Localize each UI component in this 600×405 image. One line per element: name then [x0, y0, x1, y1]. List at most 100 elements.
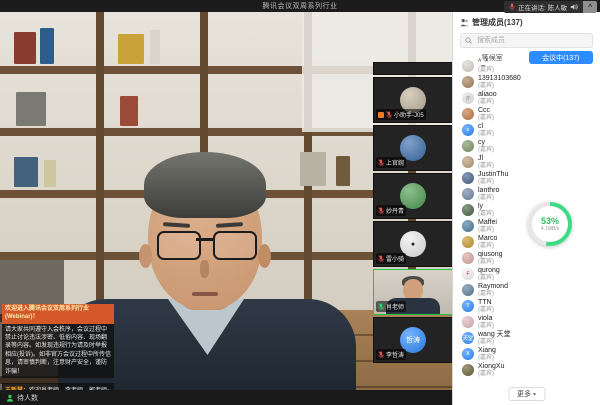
- member-row[interactable]: Marco (嘉宾): [453, 234, 600, 250]
- member-row[interactable]: Jl (嘉宾): [453, 154, 600, 170]
- member-row[interactable]: F qurong (嘉宾): [453, 266, 600, 282]
- member-avatar: [462, 172, 474, 184]
- progress-speed: 4.1MB/s: [541, 227, 559, 232]
- member-avatar-text: T: [466, 303, 469, 309]
- bookshelf-decor: [16, 92, 46, 126]
- member-name: Raymond: [478, 283, 508, 290]
- bottom-status-bar: 待人数: [0, 390, 452, 405]
- members-icon: [460, 18, 469, 27]
- member-row[interactable]: qiusong (嘉宾): [453, 250, 600, 266]
- pill-collapse-area[interactable]: ^: [583, 1, 597, 13]
- bookshelf-decor: [44, 160, 56, 187]
- member-name: TTN: [478, 299, 494, 306]
- member-avatar-text: c: [467, 127, 470, 133]
- chevron-down-icon: ▾: [533, 391, 536, 398]
- member-search-box[interactable]: [460, 33, 593, 48]
- member-role: (嘉宾): [478, 355, 496, 361]
- member-avatar: [462, 156, 474, 168]
- member-avatar: [462, 236, 474, 248]
- member-name: 13913103680: [478, 75, 521, 82]
- member-avatar: [462, 252, 474, 264]
- member-row[interactable]: 13913103680 (嘉宾): [453, 74, 600, 90]
- attendee-count-label: 待人数: [17, 393, 38, 403]
- member-panel-title: 管理成员(137): [472, 17, 523, 28]
- volume-icon: [570, 3, 578, 11]
- bookshelf-decor: [120, 96, 138, 126]
- bookshelf-decor: [300, 152, 326, 186]
- member-name: ^_^: [478, 59, 494, 66]
- member-row[interactable]: Maffei (嘉宾): [453, 218, 600, 234]
- video-thumbnail[interactable]: 上官婉: [373, 125, 453, 171]
- member-avatar: [462, 60, 474, 72]
- member-row[interactable]: XiongXu (嘉宾): [453, 362, 600, 378]
- member-avatar: 天堂: [462, 332, 474, 344]
- now-speaking-main: 正在讲话: 陈人敏: [504, 1, 583, 13]
- meeting-notice-body: 请大家共同遵守入会秩序，会议过程中禁止讨论违法涉密、低俗内容、现场翻录等内容。如…: [2, 324, 114, 378]
- member-avatar: [462, 108, 474, 120]
- member-row[interactable]: X Xiang (嘉宾): [453, 346, 600, 362]
- member-role: (嘉宾): [478, 99, 497, 105]
- video-thumbnail[interactable]: 哲涛 李哲涛: [373, 317, 453, 363]
- member-meta: cy (嘉宾): [478, 139, 494, 153]
- member-row[interactable]: cy (嘉宾): [453, 138, 600, 154]
- speaker-hair: [144, 152, 266, 218]
- thumbnail-name: 小助手-J05: [394, 110, 424, 119]
- more-button[interactable]: 更多 ▾: [508, 387, 545, 401]
- member-role: (嘉宾): [478, 115, 494, 121]
- video-thumbnail[interactable]: ● 雷小骑: [373, 221, 453, 267]
- video-thumbnail[interactable]: 小助手-J05: [373, 77, 453, 123]
- member-name: Marco: [478, 235, 497, 242]
- meeting-window: 腾讯会议双周系列行业 欢迎进入腾讯会议双周系列行业(Webina: [0, 0, 600, 405]
- member-avatar: 亦: [462, 92, 474, 104]
- muted-mic-icon: [386, 111, 392, 119]
- member-avatar: F: [462, 268, 474, 280]
- member-row[interactable]: Raymond (嘉宾): [453, 282, 600, 298]
- member-row[interactable]: 天堂 wang 天堂 (嘉宾): [453, 330, 600, 346]
- member-meta: aliaoo (嘉宾): [478, 91, 497, 105]
- member-name: qurong: [478, 267, 500, 274]
- member-role: (嘉宾): [478, 259, 503, 265]
- member-row[interactable]: c cl (嘉宾): [453, 122, 600, 138]
- member-role: (嘉宾): [478, 179, 508, 185]
- chat-message: 王新慧：欢迎肖老师、李老师、郭老师~: [2, 383, 114, 390]
- member-row[interactable]: lanthro (嘉宾): [453, 186, 600, 202]
- thumbnail-name-label: 妙丹青: [376, 205, 406, 216]
- member-row[interactable]: 亦 aliaoo (嘉宾): [453, 90, 600, 106]
- chevron-up-icon: ^: [588, 4, 592, 11]
- member-row[interactable]: JustinThu (嘉宾): [453, 170, 600, 186]
- meeting-notice-title: 欢迎进入腾讯会议双周系列行业(Webinar)！: [2, 304, 114, 324]
- member-name: wang 天堂: [478, 331, 511, 338]
- member-meta: ^_^ (嘉宾): [478, 59, 494, 73]
- member-meta: qiusong (嘉宾): [478, 251, 503, 265]
- muted-mic-icon: [378, 159, 384, 167]
- member-meta: 13913103680 (嘉宾): [478, 75, 521, 89]
- member-row[interactable]: T TTN (嘉宾): [453, 298, 600, 314]
- video-thumbnail[interactable]: [373, 62, 453, 75]
- member-name: Ccc: [478, 107, 494, 114]
- member-meta: Xiang (嘉宾): [478, 347, 496, 361]
- member-role: (嘉宾): [478, 163, 494, 169]
- member-row[interactable]: ^_^ (嘉宾): [453, 58, 600, 74]
- member-name: Jl: [478, 155, 494, 162]
- search-input[interactable]: [475, 36, 588, 45]
- member-avatar: [462, 284, 474, 296]
- now-speaking-label: 正在讲话: 陈人敏: [518, 2, 567, 12]
- member-row[interactable]: viola (嘉宾): [453, 314, 600, 330]
- chat-overlay: 欢迎进入腾讯会议双周系列行业(Webinar)！ 请大家共同遵守入会秩序，会议过…: [2, 304, 114, 390]
- member-avatar: [462, 188, 474, 200]
- member-row[interactable]: ly (嘉宾): [453, 202, 600, 218]
- attendee-count-icon: [6, 394, 14, 402]
- member-avatar-text: 天堂: [462, 334, 473, 342]
- member-name: XiongXu: [478, 363, 504, 370]
- bookshelf-decor: [118, 34, 144, 64]
- member-meta: Ccc (嘉宾): [478, 107, 494, 121]
- member-role: (嘉宾): [478, 67, 494, 73]
- video-thumbnail[interactable]: 肖老师: [373, 269, 453, 315]
- member-meta: Marco (嘉宾): [478, 235, 497, 249]
- member-avatar-text: X: [466, 351, 470, 357]
- video-thumbnail[interactable]: 妙丹青: [373, 173, 453, 219]
- thumbnail-avatar-text: ●: [411, 241, 415, 248]
- bookshelf-decor: [14, 157, 38, 187]
- member-row[interactable]: Ccc (嘉宾): [453, 106, 600, 122]
- member-name: Xiang: [478, 347, 496, 354]
